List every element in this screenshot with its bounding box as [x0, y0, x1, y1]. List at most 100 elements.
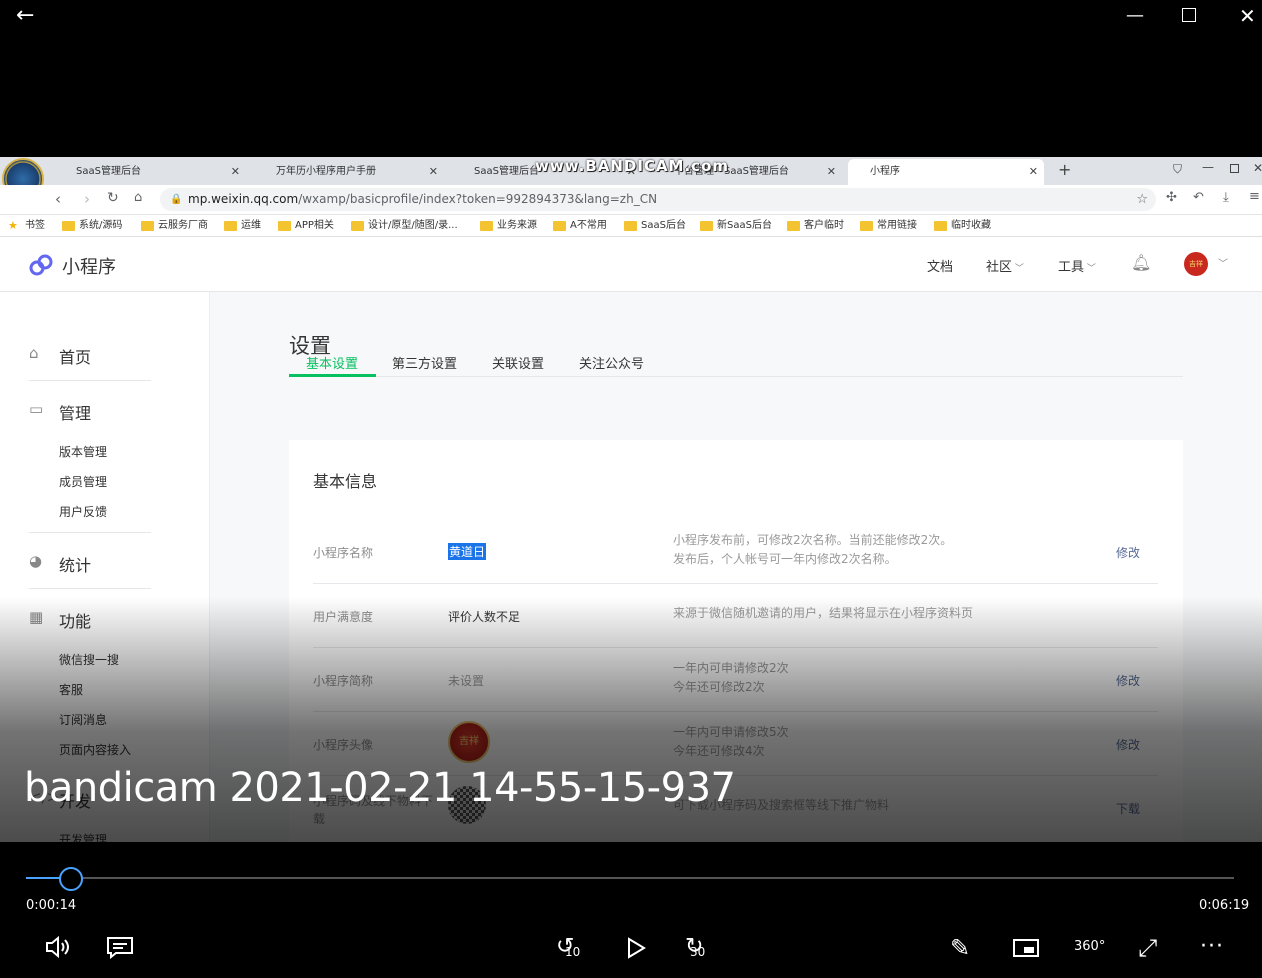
video-title: bandicam 2021-02-21 14-55-15-937	[24, 765, 736, 811]
sidebar-item-feedback[interactable]: 用户反馈	[59, 503, 107, 520]
row-value: 评价人数不足	[448, 610, 521, 624]
vr-360-button[interactable]: 360°	[1074, 939, 1105, 954]
miniprogram-logo-icon	[29, 254, 53, 276]
nav-community[interactable]: 社区 ﹀	[986, 256, 1024, 275]
close-tab-icon[interactable]: ✕	[231, 159, 240, 185]
sidebar-item-dev-manage[interactable]: 开发管理	[59, 831, 107, 842]
lock-icon[interactable]: 🔒	[170, 188, 182, 211]
window-close-icon[interactable]: ✕	[1253, 161, 1262, 175]
tab-related[interactable]: 关联设置	[492, 353, 544, 372]
player-title-bar: ← — ✕	[0, 0, 1262, 157]
bookmark-folder[interactable]: 云服务厂商	[141, 218, 208, 234]
url-field[interactable]: 🔒 mp.weixin.qq.com/wxamp/basicprofile/in…	[160, 188, 1156, 211]
modify-link[interactable]: 修改	[1116, 544, 1140, 561]
sidebar-item-stats[interactable]: 统计	[59, 552, 91, 576]
undo-icon[interactable]: ↶	[1193, 190, 1204, 205]
sidebar-item-features[interactable]: 功能	[59, 608, 91, 632]
more-options-icon[interactable]: ···	[1200, 934, 1224, 959]
bookmark-folder[interactable]: 系统/源码	[62, 218, 122, 234]
bookmark-folder[interactable]: 设计/原型/随图/录...	[351, 218, 458, 234]
browser-tab[interactable]: SaaS管理后台 ✕	[54, 159, 246, 185]
nav-back-icon[interactable]: ‹	[55, 190, 61, 208]
download-link[interactable]: 下载	[1116, 800, 1140, 817]
new-tab-icon[interactable]: +	[1058, 160, 1071, 179]
nav-tools-label: 工具	[1058, 260, 1085, 275]
modify-link[interactable]: 修改	[1116, 672, 1140, 689]
tab-third-party[interactable]: 第三方设置	[392, 353, 457, 372]
account-chevron-down-icon[interactable]: ﹀	[1218, 255, 1228, 270]
tshirt-icon[interactable]: ⛉	[1173, 162, 1182, 177]
bookmark-folder[interactable]: APP相关	[278, 218, 334, 234]
close-tab-icon[interactable]: ✕	[827, 159, 836, 185]
row-tip-line: 今年还可修改2次	[673, 680, 765, 694]
bookmark-folder[interactable]: 业务来源	[480, 218, 537, 234]
home-icon[interactable]: ⌂	[134, 190, 142, 205]
bookmark-folder[interactable]: 常用链接	[860, 218, 917, 234]
bookmark-folder[interactable]: A不常用	[553, 218, 607, 234]
main-content: 设置 基本设置 第三方设置 关联设置 关注公众号 基本信息 小程序名称 黄道日 …	[210, 292, 1262, 842]
bookmark-folder[interactable]: 新SaaS后台	[700, 218, 772, 234]
divider	[29, 380, 151, 381]
fullscreen-icon[interactable]: ⤢	[1138, 934, 1157, 962]
sidebar-item-version[interactable]: 版本管理	[59, 443, 107, 460]
tab-basic-settings[interactable]: 基本设置	[306, 353, 358, 372]
bookmark-folder[interactable]: SaaS后台	[624, 218, 686, 234]
nav-forward-icon[interactable]: ›	[84, 190, 90, 208]
close-tab-icon[interactable]: ✕	[1029, 159, 1038, 185]
home-icon: ⌂	[29, 344, 39, 362]
close-icon[interactable]: ✕	[1239, 6, 1256, 26]
close-tab-icon[interactable]: ✕	[429, 159, 438, 185]
minimize-icon[interactable]: —	[1126, 6, 1144, 26]
extensions-icon[interactable]: ✣	[1166, 190, 1177, 205]
nav-docs[interactable]: 文档	[927, 256, 953, 275]
subtitles-icon[interactable]	[106, 935, 134, 959]
row-label: 小程序名称	[313, 546, 374, 560]
bookmark-folder[interactable]: 临时收藏	[934, 218, 991, 234]
modify-link[interactable]: 修改	[1116, 736, 1140, 753]
current-time: 0:00:14	[26, 898, 77, 913]
seek-handle[interactable]	[59, 867, 83, 891]
bandicam-watermark: www.BANDICAM.com	[535, 157, 730, 175]
tab-follow-account[interactable]: 关注公众号	[579, 353, 644, 372]
sidebar-item-subscribe-msg[interactable]: 订阅消息	[59, 711, 107, 728]
video-frame[interactable]: SaaS管理后台 ✕ 万年历小程序用户手册 ✕ SaaS管理后台 ✕ 平台管理 - S…	[0, 157, 1262, 842]
sidebar-item-customer-service[interactable]: 客服	[59, 681, 83, 698]
sidebar-item-manage[interactable]: 管理	[59, 400, 91, 424]
maximize-icon[interactable]	[1182, 8, 1196, 22]
bookmark-label: 设计/原型/随图/录...	[368, 220, 458, 231]
browser-tab[interactable]: 万年历小程序用户手册 ✕	[254, 159, 444, 185]
reload-icon[interactable]: ↻	[107, 190, 119, 206]
sidebar-item-home[interactable]: 首页	[59, 344, 91, 368]
nav-tools[interactable]: 工具 ﹀	[1058, 256, 1096, 275]
bookmark-star-icon[interactable]: ☆	[1136, 188, 1148, 211]
volume-icon[interactable]	[44, 935, 72, 959]
window-minimize-icon[interactable]: —	[1202, 160, 1214, 174]
app-logo-text[interactable]: 小程序	[62, 253, 116, 279]
tabs-divider	[289, 376, 1183, 377]
bookmark-folder[interactable]: 运维	[224, 218, 261, 234]
menu-icon[interactable]: ≡	[1249, 189, 1260, 204]
row-tip-line: 小程序发布前，可修改2次名称。当前还能修改2次。	[673, 533, 953, 547]
sidebar-item-members[interactable]: 成员管理	[59, 473, 107, 490]
url-path: /wxamp/basicprofile/index?token=99289437…	[298, 192, 658, 206]
bookmark-folder[interactable]: 客户临时	[787, 218, 844, 234]
play-icon[interactable]	[626, 937, 646, 959]
mini-player-icon[interactable]	[1012, 938, 1040, 958]
bell-icon[interactable]: 🔔︎	[1131, 253, 1151, 272]
bookmark-label: 新SaaS后台	[717, 220, 772, 231]
row-value-selected[interactable]: 黄道日	[448, 543, 487, 560]
bookmark-label: 常用链接	[877, 220, 917, 231]
row-tip: 一年内可申请修改2次 今年还可修改2次	[673, 659, 789, 697]
back-arrow-icon[interactable]: ←	[16, 5, 34, 27]
browser-tab-active[interactable]: 小程序 ✕	[848, 159, 1044, 185]
edit-pen-icon[interactable]: ✎	[950, 934, 970, 962]
row-tip-line: 一年内可申请修改2次	[673, 661, 789, 675]
avatar[interactable]: 吉祥	[1184, 252, 1208, 276]
bookmark-label: 运维	[241, 220, 261, 231]
window-restore-icon[interactable]	[1230, 164, 1239, 173]
download-icon[interactable]: ⤓	[1223, 190, 1229, 205]
seek-bar-track[interactable]	[26, 877, 1234, 879]
sidebar-item-wechat-search[interactable]: 微信搜一搜	[59, 651, 119, 668]
bookmark-item[interactable]: ★ 书签	[8, 218, 45, 234]
sidebar-item-page-content[interactable]: 页面内容接入	[59, 741, 131, 758]
